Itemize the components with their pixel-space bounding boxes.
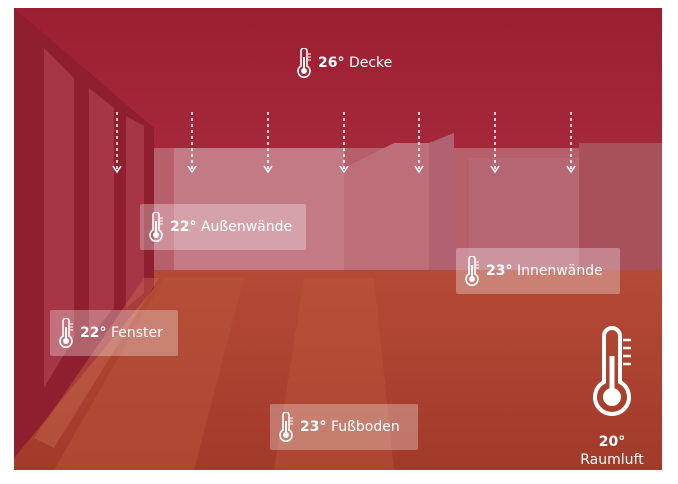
arrow-down-icon — [414, 112, 424, 174]
room-air-temperature: 20° Raumluft — [562, 326, 662, 468]
room-air-name: Raumluft — [580, 452, 644, 468]
floor-temp: 23° — [300, 419, 327, 435]
ceiling-temp: 26° — [318, 55, 345, 71]
floor-temperature-label: 23° Fußboden — [270, 404, 418, 450]
inner-walls-temp: 23° — [486, 263, 513, 279]
window-temp: 22° — [80, 325, 107, 341]
window-name: Fenster — [110, 325, 163, 341]
room-air-temp: 20° — [598, 434, 626, 450]
arrow-down-icon — [263, 112, 273, 174]
thermometer-icon — [465, 256, 479, 286]
ceiling-temperature-label: 26° Decke — [296, 48, 392, 78]
inner-walls-name: Innenwände — [516, 263, 603, 279]
outer-walls-temp: 22° — [170, 219, 197, 235]
ceiling-name: Decke — [348, 55, 393, 71]
arrow-down-icon — [112, 112, 122, 174]
arrow-down-icon — [187, 112, 197, 174]
arrow-down-icon — [339, 112, 349, 174]
room-illustration: 26° Decke 22° Außenwände 23° Innenwände … — [14, 8, 662, 470]
inner-walls-temperature-label: 23° Innenwände — [456, 248, 620, 294]
arrow-down-icon — [566, 112, 576, 174]
outer-walls-temperature-label: 22° Außenwände — [140, 204, 306, 250]
thermometer-icon — [279, 412, 293, 442]
thermometer-icon — [149, 212, 163, 242]
arrow-down-icon — [490, 112, 500, 174]
thermometer-icon — [297, 48, 311, 78]
floor-name: Fußboden — [330, 419, 400, 435]
thermometer-large-icon — [593, 326, 631, 416]
window-temperature-label: 22° Fenster — [50, 310, 178, 356]
thermometer-icon — [59, 318, 73, 348]
outer-walls-name: Außenwände — [200, 219, 293, 235]
